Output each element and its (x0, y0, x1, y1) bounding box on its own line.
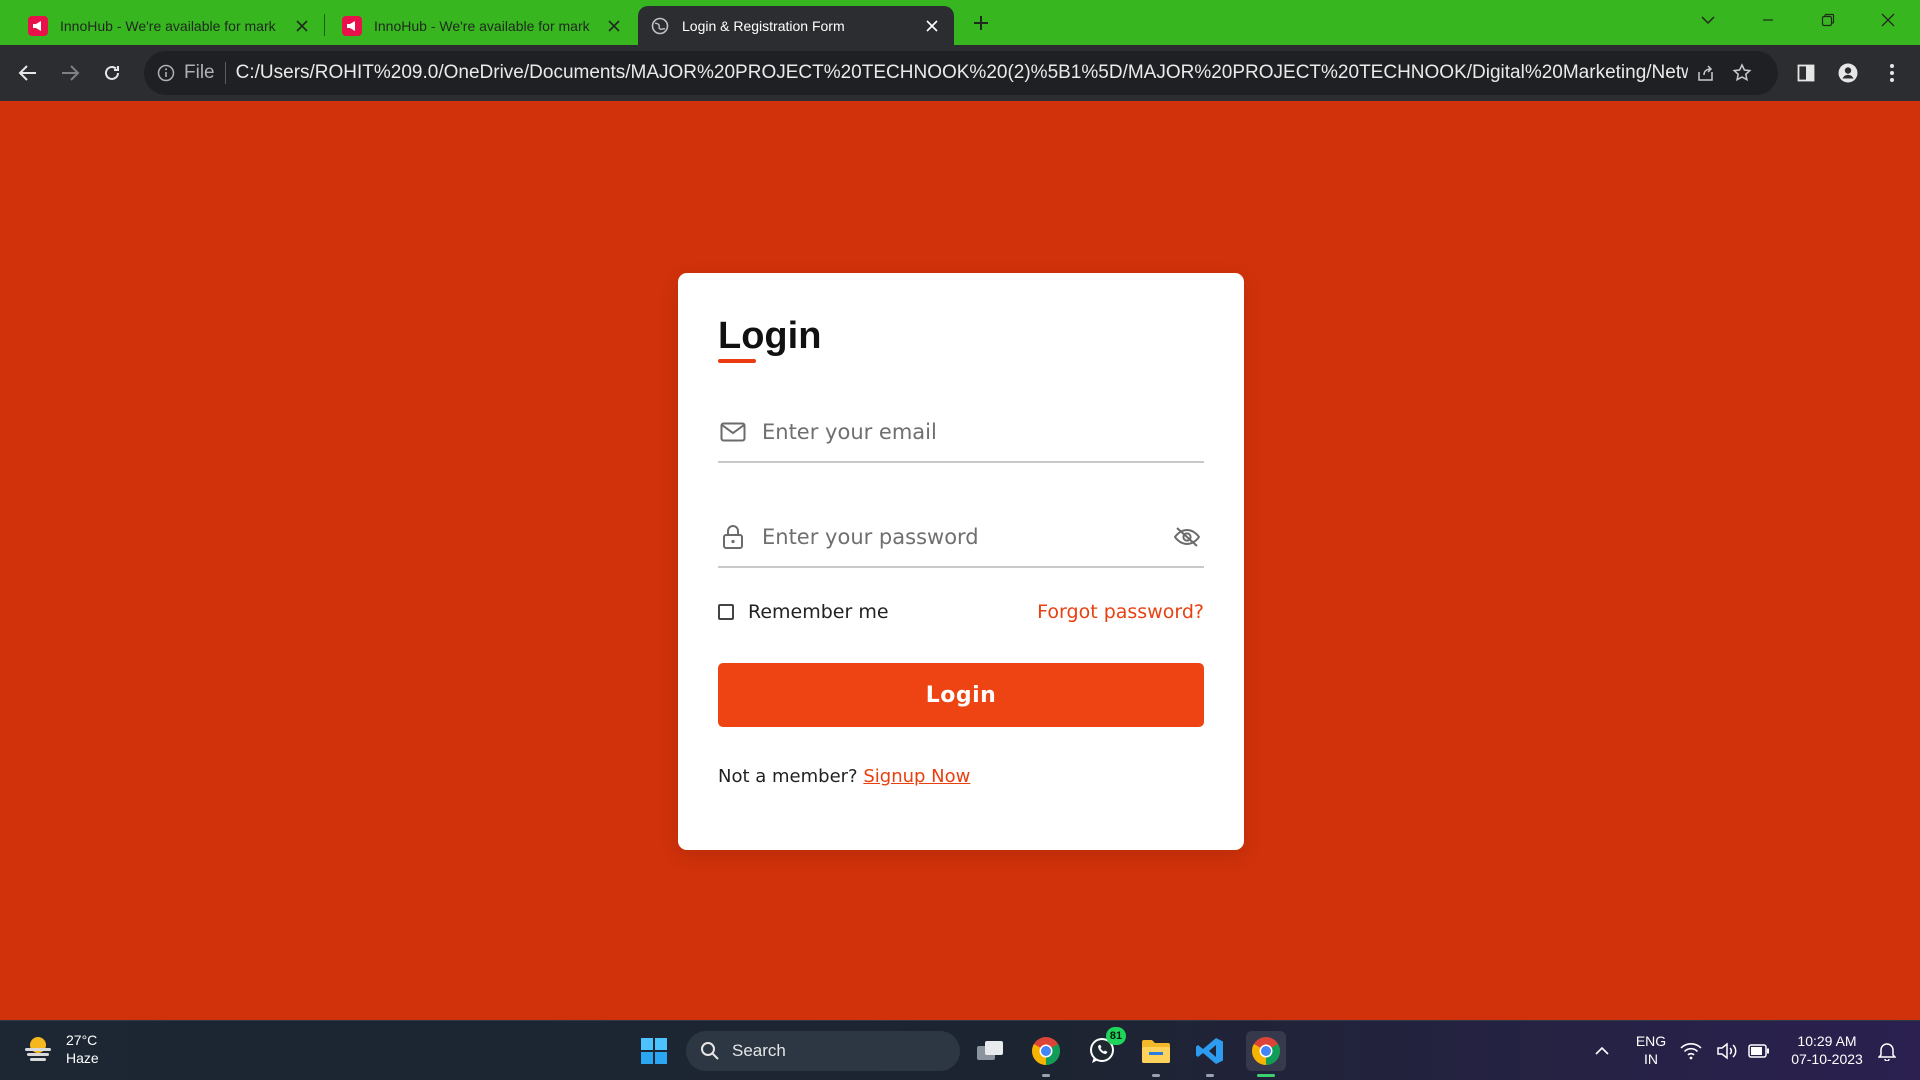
vscode-icon[interactable] (1190, 1031, 1230, 1077)
task-view-icon[interactable] (970, 1031, 1010, 1071)
omnibox-divider (224, 62, 226, 84)
close-icon[interactable] (922, 16, 942, 36)
address-bar[interactable]: File C:/Users/ROHIT%209.0/OneDrive/Docum… (144, 51, 1778, 95)
login-card: Login Remember me Forgot password? Lo (678, 273, 1244, 850)
weather-temp: 27°C (66, 1032, 98, 1048)
url-text[interactable]: C:/Users/ROHIT%209.0/OneDrive/Documents/… (236, 62, 1688, 84)
reload-button[interactable] (94, 55, 130, 91)
remember-checkbox[interactable] (718, 604, 734, 620)
login-button[interactable]: Login (718, 663, 1204, 727)
tab-innohub-2[interactable]: InnoHub - We're available for mark (330, 6, 636, 45)
browser-toolbar: File C:/Users/ROHIT%209.0/OneDrive/Docum… (0, 45, 1920, 101)
megaphone-icon (342, 15, 362, 36)
tab-innohub-1[interactable]: InnoHub - We're available for mark (16, 6, 324, 45)
password-field (718, 508, 1204, 568)
file-explorer-icon[interactable] (1136, 1031, 1176, 1077)
tab-title: InnoHub - We're available for mark (374, 17, 590, 34)
info-icon[interactable] (154, 61, 178, 85)
clock-time: 10:29 AM (1797, 1033, 1857, 1049)
tab-title: Login & Registration Form (682, 17, 845, 34)
forgot-password-link[interactable]: Forgot password? (1037, 601, 1204, 623)
search-label: Search (732, 1041, 786, 1060)
close-icon[interactable] (292, 16, 312, 36)
clock-date: 07-10-2023 (1791, 1051, 1863, 1067)
chrome-active-taskbar-icon[interactable] (1246, 1031, 1286, 1077)
windows-taskbar: 27°C Haze Search 81 ENG IN 10:29 AM 07-1… (0, 1020, 1920, 1080)
menu-kebab-icon[interactable] (1874, 55, 1910, 91)
signup-row: Not a member? Signup Now (718, 766, 970, 787)
eye-slash-icon[interactable] (1170, 520, 1204, 554)
notification-badge: 81 (1106, 1027, 1126, 1045)
chrome-taskbar-icon[interactable] (1026, 1031, 1066, 1077)
close-icon[interactable] (604, 16, 624, 36)
title-underline (718, 359, 756, 363)
whatsapp-taskbar-icon[interactable]: 81 (1082, 1027, 1126, 1071)
running-indicator (1257, 1074, 1275, 1077)
restore-button[interactable] (1800, 0, 1856, 40)
scheme-label: File (184, 62, 215, 83)
lock-icon (718, 522, 748, 552)
weather-desc: Haze (66, 1050, 99, 1066)
language-code: ENG (1635, 1033, 1667, 1049)
star-icon[interactable] (1724, 55, 1760, 91)
remember-label: Remember me (748, 601, 889, 623)
profile-button[interactable] (1830, 55, 1866, 91)
tab-title: InnoHub - We're available for mark (60, 17, 276, 34)
forward-button[interactable] (52, 55, 88, 91)
envelope-icon (718, 417, 748, 447)
login-title: Login (718, 315, 822, 357)
running-indicator (1152, 1074, 1160, 1077)
weather-widget[interactable]: 27°C Haze (20, 1031, 99, 1067)
side-panel-button[interactable] (1788, 55, 1824, 91)
megaphone-icon (28, 15, 48, 36)
share-icon[interactable] (1688, 55, 1724, 91)
tab-login-registration[interactable]: Login & Registration Form (638, 6, 954, 45)
password-input[interactable] (762, 517, 1170, 557)
battery-icon[interactable] (1744, 1031, 1774, 1071)
browser-tab-strip: InnoHub - We're available for mark InnoH… (0, 0, 1920, 45)
remember-me[interactable]: Remember me (718, 601, 889, 623)
page-background: Login Remember me Forgot password? Lo (0, 101, 1920, 1020)
close-window-button[interactable] (1860, 0, 1916, 40)
region-code: IN (1644, 1051, 1658, 1067)
signup-prompt: Not a member? (718, 766, 858, 787)
clock[interactable]: 10:29 AM 07-10-2023 (1782, 1032, 1872, 1068)
volume-icon[interactable] (1712, 1031, 1742, 1071)
form-options-row: Remember me Forgot password? (718, 597, 1204, 627)
running-indicator (1206, 1074, 1214, 1077)
globe-icon (650, 16, 670, 36)
tab-search-button[interactable] (1680, 0, 1736, 40)
search-icon (701, 1042, 719, 1060)
back-button[interactable] (10, 55, 46, 91)
new-tab-button[interactable] (966, 8, 996, 38)
taskbar-search[interactable]: Search (686, 1031, 960, 1071)
tab-divider (324, 14, 325, 36)
wifi-icon[interactable] (1676, 1031, 1706, 1071)
weather-text: 27°C Haze (66, 1031, 99, 1067)
language-indicator[interactable]: ENG IN (1630, 1032, 1672, 1068)
minimize-button[interactable] (1740, 0, 1796, 40)
windows-start-icon[interactable] (634, 1031, 674, 1071)
notification-bell-icon[interactable] (1872, 1031, 1902, 1071)
running-indicator (1042, 1074, 1050, 1077)
email-field (718, 403, 1204, 463)
signup-link[interactable]: Signup Now (863, 766, 970, 787)
haze-sun-icon (20, 1031, 56, 1067)
tray-chevron-up-icon[interactable] (1582, 1031, 1622, 1071)
email-input[interactable] (762, 412, 1204, 452)
